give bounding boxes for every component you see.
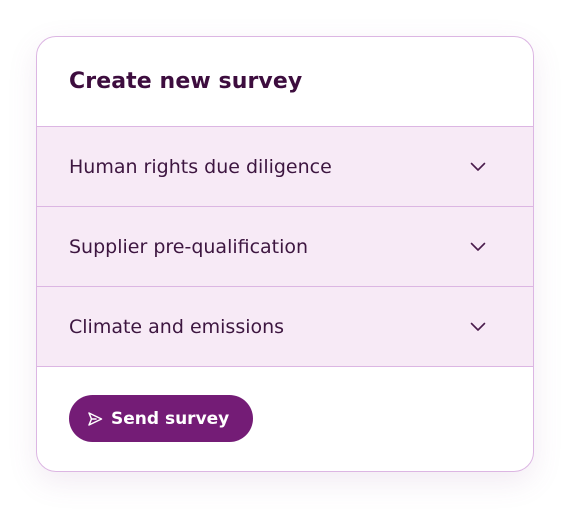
send-survey-label: Send survey: [111, 408, 230, 429]
accordion-climate-and-emissions[interactable]: Climate and emissions: [37, 287, 533, 367]
chevron-down-icon: [469, 158, 487, 176]
chevron-down-icon: [469, 238, 487, 256]
accordion-label: Supplier pre-qualification: [69, 235, 309, 258]
accordion-human-rights-due-diligence[interactable]: Human rights due diligence: [37, 127, 533, 207]
accordion-label: Human rights due diligence: [69, 155, 332, 178]
card-header: Create new survey: [37, 37, 533, 127]
accordion-label: Climate and emissions: [69, 315, 285, 338]
page: Create new survey Human rights due dilig…: [0, 0, 584, 523]
survey-card: Create new survey Human rights due dilig…: [36, 36, 534, 472]
send-icon: [87, 411, 103, 427]
card-title: Create new survey: [69, 69, 303, 94]
card-footer: Send survey: [37, 367, 533, 471]
send-survey-button[interactable]: Send survey: [69, 395, 254, 442]
accordion-supplier-pre-qualification[interactable]: Supplier pre-qualification: [37, 207, 533, 287]
chevron-down-icon: [469, 318, 487, 336]
